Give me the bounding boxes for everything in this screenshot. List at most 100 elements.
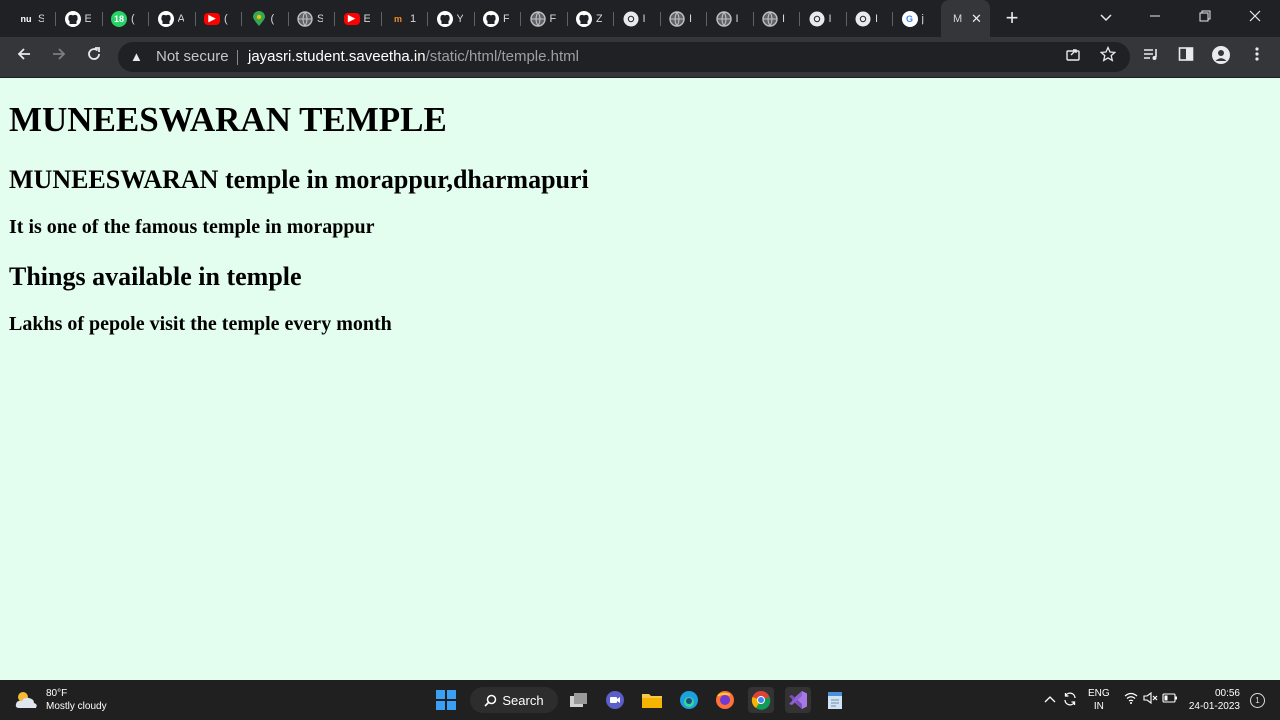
- browser-tab[interactable]: Z: [576, 6, 602, 31]
- browser-tab[interactable]: F: [483, 6, 509, 31]
- page-subheading: MUNEESWARAN temple in morappur,dharmapur…: [9, 165, 589, 194]
- edge-browser-icon[interactable]: [676, 687, 702, 713]
- show-hidden-icons-button[interactable]: [1044, 692, 1056, 706]
- cloud-sun-icon: [15, 692, 37, 708]
- globe-icon: [669, 10, 685, 27]
- tab-separator: [241, 12, 242, 26]
- tab-title: E: [84, 12, 91, 25]
- volume-muted-icon[interactable]: [1143, 691, 1159, 707]
- new-tab-button[interactable]: +: [1001, 7, 1023, 29]
- browser-tab[interactable]: S: [297, 6, 323, 31]
- tab-title: S: [317, 12, 323, 25]
- language-indicator[interactable]: ENG IN: [1088, 687, 1110, 713]
- profile-avatar-icon[interactable]: [1210, 46, 1232, 68]
- address-bar[interactable]: ▲ Not secure jayasri.student.saveetha.in…: [118, 42, 1130, 72]
- browser-tab[interactable]: ▶(: [204, 6, 230, 31]
- tab-separator: [334, 12, 335, 26]
- tab-title: Y: [456, 12, 463, 25]
- taskbar: 80°F Mostly cloudy Search ENG IN 00:56 2…: [0, 680, 1280, 720]
- maps-icon: [251, 10, 267, 27]
- teams-chat-icon[interactable]: [602, 687, 628, 713]
- page-title: MUNEESWARAN TEMPLE: [9, 100, 447, 139]
- browser-tab[interactable]: A: [157, 6, 184, 31]
- weather-widget[interactable]: 80°F Mostly cloudy: [14, 687, 107, 713]
- firefox-icon[interactable]: [712, 687, 738, 713]
- youtube-icon: ▶: [204, 12, 220, 25]
- github-icon: [64, 10, 81, 27]
- tab-title: I: [735, 12, 739, 25]
- sync-icon[interactable]: [1062, 691, 1078, 710]
- tab-separator: [427, 12, 428, 26]
- share-icon[interactable]: [1062, 46, 1084, 68]
- chrome-icon: [623, 11, 639, 27]
- notepad-icon[interactable]: [822, 687, 848, 713]
- youtube-icon: ▶: [343, 12, 360, 25]
- chrome-icon: [855, 11, 871, 27]
- file-explorer-icon[interactable]: [639, 687, 665, 713]
- browser-tab[interactable]: F: [529, 6, 556, 31]
- restore-button[interactable]: [1193, 6, 1217, 30]
- language-region: IN: [1093, 701, 1104, 712]
- github-icon: [483, 10, 499, 27]
- tab-strip: nu S E 18(A ▶((S ▶ Em 1 Y F F Z I I I I I I Gj M ✕ +: [0, 0, 1280, 37]
- browser-tab[interactable]: I: [715, 6, 742, 31]
- tab-title: I: [875, 12, 879, 25]
- tab-separator: [613, 12, 614, 26]
- browser-tab[interactable]: nu S: [18, 6, 45, 31]
- tab-separator: [287, 12, 289, 26]
- active-tab[interactable]: M ✕: [941, 0, 990, 37]
- browser-tab[interactable]: 18 (: [111, 6, 137, 31]
- tab-separator: [566, 12, 568, 26]
- chrome-taskbar-icon[interactable]: [748, 687, 774, 713]
- browser-tab[interactable]: I: [809, 6, 835, 31]
- wifi-icon[interactable]: [1124, 692, 1138, 707]
- notification-badge[interactable]: 1: [1250, 693, 1265, 708]
- browser-tab[interactable]: (: [251, 6, 277, 31]
- browser-tab[interactable]: I: [669, 6, 695, 31]
- media-queue-icon[interactable]: [1140, 46, 1162, 68]
- browser-tab[interactable]: I: [855, 6, 881, 31]
- back-button[interactable]: [13, 46, 35, 68]
- close-tab-icon[interactable]: ✕: [971, 11, 982, 27]
- browser-tab[interactable]: E: [64, 6, 91, 31]
- browser-tab[interactable]: Y: [436, 6, 463, 31]
- reload-button[interactable]: [83, 46, 105, 68]
- tab-title: E: [363, 12, 370, 25]
- browser-tab[interactable]: m1: [390, 6, 416, 31]
- side-panel-icon[interactable]: [1175, 46, 1197, 68]
- taskbar-search-button[interactable]: Search: [470, 687, 558, 713]
- tab-title: Z: [596, 12, 602, 25]
- github-icon: [157, 10, 174, 27]
- minimize-button[interactable]: [1143, 6, 1167, 30]
- forward-button[interactable]: [48, 46, 70, 68]
- bookmark-star-icon[interactable]: [1097, 45, 1119, 68]
- browser-tab[interactable]: I: [623, 6, 649, 31]
- security-label[interactable]: Not secure: [156, 48, 229, 65]
- browser-menu-icon[interactable]: [1246, 46, 1268, 68]
- visual-studio-icon[interactable]: [785, 687, 811, 713]
- google-icon: G: [901, 10, 918, 27]
- nm-icon: m: [393, 13, 402, 24]
- url-text[interactable]: jayasri.student.saveetha.in/static/html/…: [248, 48, 579, 65]
- globe-icon: [297, 10, 313, 27]
- active-tab-label: M: [953, 12, 963, 25]
- weather-temp: 80°F: [46, 688, 68, 699]
- weather-desc: Mostly cloudy: [46, 701, 107, 712]
- web-page: MUNEESWARAN TEMPLE MUNEESWARAN temple in…: [0, 78, 1280, 680]
- tab-separator: [799, 12, 800, 26]
- browser-tab[interactable]: I: [762, 6, 788, 31]
- browser-tab[interactable]: Gj: [901, 6, 928, 31]
- tab-title: (: [131, 12, 135, 25]
- system-clock[interactable]: 00:56 24-01-2023: [1184, 687, 1240, 713]
- task-view-icon[interactable]: [566, 687, 592, 713]
- tab-title: A: [177, 12, 184, 25]
- battery-icon[interactable]: [1162, 692, 1178, 707]
- tab-separator: [55, 12, 56, 26]
- warning-icon[interactable]: ▲: [130, 49, 143, 64]
- tab-separator: [148, 12, 149, 26]
- tab-separator: [752, 12, 754, 26]
- browser-tab[interactable]: ▶ E: [343, 6, 370, 31]
- close-window-button[interactable]: [1243, 6, 1267, 30]
- start-button[interactable]: [433, 687, 459, 713]
- tab-search-icon[interactable]: [1094, 6, 1118, 30]
